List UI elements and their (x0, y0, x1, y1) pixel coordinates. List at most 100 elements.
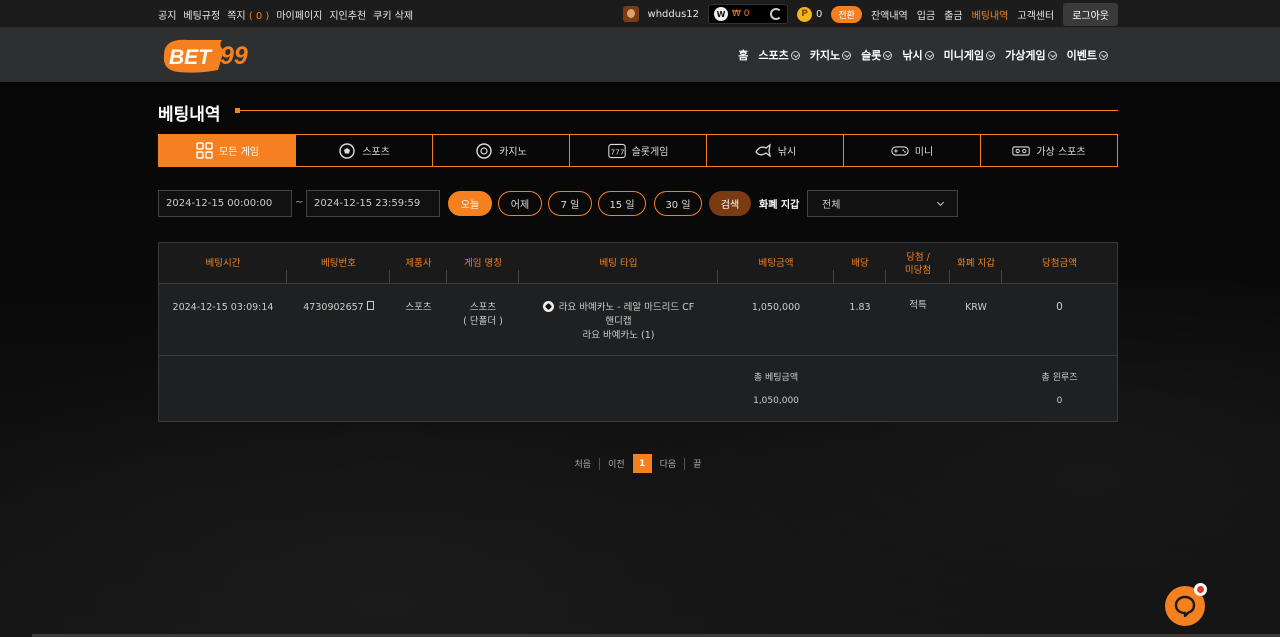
tab-sports[interactable]: 스포츠 (296, 135, 433, 166)
wallet-amount: ₩ 0 (732, 9, 750, 19)
mypage-link[interactable]: 마이페이지 (276, 7, 322, 22)
chevron-down-icon (790, 50, 800, 60)
slot-777-icon: 777 (607, 142, 626, 160)
gamepad-icon (891, 142, 909, 160)
30-days-button[interactable]: 30 일 (654, 191, 702, 216)
nav-fishing-label: 낚시 (902, 49, 923, 62)
nav-casino-label: 카지노 (809, 49, 841, 62)
tab-virtual-sports[interactable]: 가상 스포츠 (981, 135, 1117, 166)
tab-label: 모든 게임 (219, 147, 259, 158)
notice-link[interactable]: 공지 (158, 7, 176, 22)
first-page-link[interactable]: 처음 (575, 457, 592, 470)
nav-sports-label: 스포츠 (758, 49, 789, 62)
col-header: 베팅 타입 (519, 243, 718, 284)
bet-selection: 라요 바예카노 (1) (582, 330, 655, 341)
referral-link[interactable]: 지인추천 (329, 7, 366, 22)
tab-casino[interactable]: 카지노 (433, 135, 570, 166)
currency-wallet-select[interactable]: 전체 (807, 190, 958, 217)
last-page-link[interactable]: 끝 (693, 457, 701, 470)
search-button[interactable]: 검색 (709, 191, 751, 216)
nav-slot-label: 슬롯 (861, 49, 882, 62)
game-folder-type: ( 단폴더 ) (463, 316, 503, 327)
pagination: 처음 이전 1 다음 끝 (158, 454, 1118, 473)
tab-slot[interactable]: 777 슬롯게임 (570, 135, 707, 166)
chevron-down-icon (924, 50, 934, 60)
svg-text:777: 777 (610, 147, 624, 156)
col-header: 게임 명칭 (447, 243, 519, 284)
nav-minigame-label: 미니게임 (943, 49, 985, 62)
currency-wallet-label: 화폐 지갑 (759, 200, 800, 211)
15-days-button[interactable]: 15 일 (598, 191, 646, 216)
title-divider (236, 110, 1118, 111)
nav-fishing[interactable]: 낚시 (902, 47, 934, 63)
bet-time: 2024-12-15 03:09:14 (172, 302, 274, 313)
top-bar: 공지 베팅규정 쪽지 ( 0 ) 마이페이지 지인추천 쿠키 삭제 whddus… (0, 0, 1280, 28)
col-header: 베팅번호 (287, 243, 390, 284)
divider (599, 457, 601, 470)
deposit-link[interactable]: 입금 (917, 7, 935, 22)
bet99-logo[interactable]: BET 99 (158, 34, 266, 76)
col-header: 화폐 지갑 (950, 243, 1002, 284)
tab-label: 슬롯게임 (631, 147, 669, 158)
nav-sports[interactable]: 스포츠 (758, 47, 800, 63)
chevron-down-icon (1099, 50, 1108, 60)
tab-fishing[interactable]: 낚시 (707, 135, 844, 166)
bet-number: 4730902657 (303, 302, 364, 313)
date-from-input[interactable]: 2024-12-15 00:00:00 (158, 190, 292, 217)
nav-slot[interactable]: 슬롯 (861, 47, 893, 63)
chat-bubble-icon (1174, 595, 1196, 617)
tab-mini[interactable]: 미니 (844, 135, 981, 166)
betting-rules-link[interactable]: 베팅규정 (183, 7, 220, 22)
game-name: 스포츠 (469, 302, 497, 313)
customer-center-link[interactable]: 고객센터 (1017, 7, 1054, 22)
col-header: 제품사 (390, 243, 447, 284)
total-winloss-value: 0 (1056, 396, 1063, 406)
balance-history-link[interactable]: 잔액내역 (871, 7, 908, 22)
chevron-down-icon (986, 50, 996, 60)
page-number-current[interactable]: 1 (632, 454, 652, 473)
copy-icon[interactable] (366, 301, 374, 310)
message-count: ( 0 ) (248, 10, 270, 22)
tab-label: 카지노 (499, 147, 527, 158)
date-to-input[interactable]: 2024-12-15 23:59:59 (306, 190, 440, 217)
prev-page-link[interactable]: 이전 (608, 457, 625, 470)
nav-casino[interactable]: 카지노 (809, 47, 852, 63)
next-page-link[interactable]: 다음 (660, 457, 677, 470)
nav-virtual[interactable]: 가상게임 (1005, 47, 1057, 63)
grid-icon (195, 142, 213, 160)
notification-badge (1194, 583, 1207, 596)
col-header: 당첨 / 미당첨 (886, 243, 950, 284)
win-amount: 0 (1056, 301, 1063, 313)
tab-all-games[interactable]: 모든 게임 (159, 135, 296, 166)
withdraw-link[interactable]: 출금 (944, 7, 962, 22)
chevron-down-icon (842, 50, 852, 60)
bet-history-link[interactable]: 베팅내역 (972, 7, 1009, 22)
bet-market: 핸디캡 (605, 316, 632, 327)
tab-label: 가상 스포츠 (1036, 147, 1086, 158)
chevron-down-icon (1047, 50, 1057, 60)
yesterday-button[interactable]: 어제 (498, 191, 542, 216)
point-icon: P (797, 6, 812, 22)
nav-event[interactable]: 이벤트 (1067, 47, 1108, 63)
total-bet-label: 총 베팅금액 (753, 373, 799, 383)
7-days-button[interactable]: 7 일 (548, 191, 592, 216)
page-title: 베팅내역 (158, 105, 221, 125)
col-header: 베팅시간 (159, 243, 287, 284)
today-button[interactable]: 오늘 (448, 191, 492, 216)
wallet-balance: W ₩ 0 (708, 4, 788, 24)
messages-link[interactable]: 쪽지 ( 0 ) (227, 7, 269, 22)
currency: KRW (965, 302, 987, 313)
refresh-icon[interactable] (770, 8, 782, 20)
nav-home[interactable]: 홈 (738, 47, 748, 63)
total-bet-value: 1,050,000 (753, 396, 799, 406)
divider (684, 457, 686, 470)
point-amount: 0 (816, 8, 823, 20)
clear-cookies-link[interactable]: 쿠키 삭제 (373, 7, 413, 22)
nav-minigame[interactable]: 미니게임 (943, 47, 996, 63)
total-winloss-label: 총 윈루즈 (1041, 373, 1078, 383)
provider: 스포츠 (405, 302, 432, 313)
logout-button[interactable]: 로그아웃 (1063, 2, 1118, 26)
filter-bar: 2024-12-15 00:00:00 ~ 2024-12-15 23:59:5… (158, 190, 1118, 217)
convert-button[interactable]: 전환 (831, 5, 862, 23)
bet-number-cell: 4730902657 (287, 284, 390, 356)
